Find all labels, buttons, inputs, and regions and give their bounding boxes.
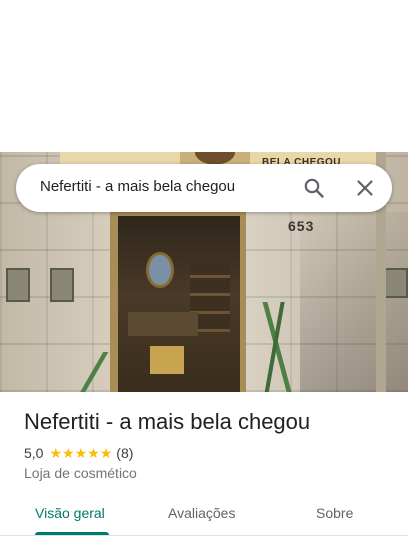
tab-about[interactable]: Sobre — [316, 505, 353, 521]
photo-plant — [70, 352, 120, 392]
star-rating: ★ ★ ★ ★ ★ — [49, 446, 112, 460]
star-icon: ★ — [74, 445, 88, 461]
rating-row[interactable]: 5,0 ★ ★ ★ ★ ★ (8) — [24, 444, 133, 462]
tabs-divider — [0, 535, 408, 536]
photo-chair — [150, 346, 184, 374]
place-title: Nefertiti - a mais bela chegou — [24, 409, 311, 434]
tab-overview[interactable]: Visão geral — [35, 505, 105, 521]
photo-plant — [262, 302, 292, 392]
search-input[interactable]: Nefertiti - a mais bela chegou — [40, 178, 235, 195]
close-icon[interactable] — [353, 176, 377, 200]
photo-meter-box — [384, 268, 408, 298]
search-icon[interactable] — [302, 176, 326, 200]
photo-meter-box — [50, 268, 74, 302]
map-blank-area — [0, 0, 408, 152]
review-count[interactable]: (8) — [116, 445, 133, 461]
photo-table — [128, 312, 198, 336]
tab-reviews[interactable]: Avaliações — [168, 505, 235, 521]
photo-house-number: 653 — [288, 218, 315, 234]
tab-bar: Visão geral Avaliações Sobre — [0, 496, 408, 536]
rating-value: 5,0 — [24, 445, 44, 461]
star-icon: ★ — [62, 445, 75, 461]
photo-shadow — [300, 212, 408, 392]
photo-meter-box — [6, 268, 30, 302]
photo-mirror — [146, 252, 174, 288]
star-icon: ★ — [99, 445, 113, 461]
place-category[interactable]: Loja de cosmético — [24, 465, 137, 481]
star-icon: ★ — [87, 445, 100, 461]
star-icon: ★ — [49, 445, 63, 461]
search-bar[interactable]: Nefertiti - a mais bela chegou — [16, 164, 392, 212]
